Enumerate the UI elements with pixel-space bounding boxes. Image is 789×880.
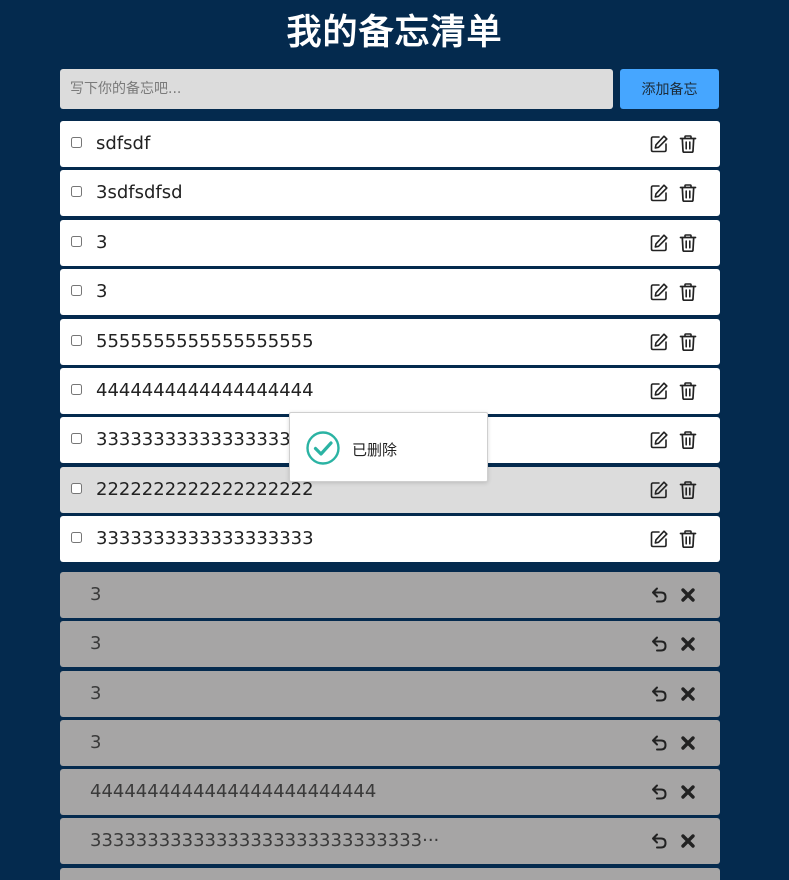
add-memo-button[interactable]: 添加备忘 xyxy=(620,69,719,109)
close-x-icon[interactable] xyxy=(678,684,698,704)
done-item: 3 xyxy=(60,572,720,618)
edit-icon[interactable] xyxy=(649,282,669,302)
todo-checkbox[interactable] xyxy=(71,334,82,346)
check-circle-icon xyxy=(306,431,340,470)
todo-text: 3 xyxy=(96,281,108,303)
todo-text: 3333333333333333333 xyxy=(96,528,314,550)
edit-icon[interactable] xyxy=(649,233,669,253)
todo-item: 3333333333333333333 xyxy=(60,516,720,563)
undo-icon[interactable] xyxy=(649,634,669,654)
todo-text: 4444444444444444444 xyxy=(96,379,314,401)
memo-app: 我的备忘清单 添加备忘 sdfsdf 3sdfsdfsd 3 3 55555555555… xyxy=(0,0,789,880)
todo-item: 4444444444444444444 xyxy=(60,367,720,414)
todo-text: 3333333333333333333 xyxy=(96,429,314,451)
close-x-icon[interactable] xyxy=(678,733,698,753)
todo-text: 2222222222222222222 xyxy=(96,478,314,500)
trash-icon[interactable] xyxy=(678,233,698,253)
todo-checkbox[interactable] xyxy=(71,186,82,198)
edit-icon[interactable] xyxy=(649,430,669,450)
edit-icon[interactable] xyxy=(649,183,669,203)
todo-item: 3 xyxy=(60,269,720,316)
todo-checkbox[interactable] xyxy=(71,383,82,395)
close-x-icon[interactable] xyxy=(678,585,698,605)
todo-item: sdfsdf xyxy=(60,121,720,167)
todo-item: 3sdfsdfsd xyxy=(60,170,720,217)
todo-text: sdfsdf xyxy=(96,133,151,154)
edit-icon[interactable] xyxy=(649,134,669,154)
trash-icon[interactable] xyxy=(678,282,698,302)
todo-checkbox[interactable] xyxy=(71,137,82,148)
done-item: 33333333333333333333333333333··· xyxy=(60,818,720,865)
close-x-icon[interactable] xyxy=(678,634,698,654)
todo-checkbox[interactable] xyxy=(71,235,82,247)
done-text: 33333333333333333333333333333··· xyxy=(90,830,440,852)
done-text: 3 xyxy=(90,731,102,753)
done-text: 3 xyxy=(90,633,102,655)
todo-item: 5555555555555555555 xyxy=(60,318,720,365)
edit-icon[interactable] xyxy=(649,529,669,549)
todo-checkbox[interactable] xyxy=(71,285,82,297)
undo-icon[interactable] xyxy=(649,782,669,802)
undo-icon[interactable] xyxy=(649,831,669,851)
deleted-toast: 已删除 xyxy=(289,412,488,482)
done-text: 3 xyxy=(90,584,102,605)
todo-checkbox[interactable] xyxy=(71,532,82,544)
edit-icon[interactable] xyxy=(649,381,669,401)
done-item: 3 xyxy=(60,719,720,766)
done-text: 3 xyxy=(90,682,102,704)
close-x-icon[interactable] xyxy=(678,782,698,802)
memo-input[interactable] xyxy=(60,69,613,109)
undo-icon[interactable] xyxy=(649,684,669,704)
done-item: 3 xyxy=(60,670,720,717)
done-item xyxy=(60,867,720,880)
done-text: 4444444444444444444444444 xyxy=(90,781,377,803)
done-item: 3 xyxy=(60,621,720,668)
edit-icon[interactable] xyxy=(649,480,669,500)
toast-message: 已删除 xyxy=(352,441,398,459)
undo-icon[interactable] xyxy=(649,585,669,605)
todo-text: 5555555555555555555 xyxy=(96,330,314,352)
todo-text: 3sdfsdfsd xyxy=(96,182,183,204)
undo-icon[interactable] xyxy=(649,733,669,753)
todo-checkbox[interactable] xyxy=(71,433,82,445)
trash-icon[interactable] xyxy=(678,480,698,500)
edit-icon[interactable] xyxy=(649,332,669,352)
done-list: 3 3 3 3 4444444444444444444444444 33333333333… xyxy=(60,572,720,880)
trash-icon[interactable] xyxy=(678,381,698,401)
page-title: 我的备忘清单 xyxy=(286,13,503,53)
todo-checkbox[interactable] xyxy=(71,482,82,494)
trash-icon[interactable] xyxy=(678,529,698,549)
close-x-icon[interactable] xyxy=(678,831,698,851)
todo-list: sdfsdf 3sdfsdfsd 3 3 5555555555555555555 4444… xyxy=(60,121,720,566)
trash-icon[interactable] xyxy=(678,134,698,154)
done-item: 4444444444444444444444444 xyxy=(60,769,720,816)
trash-icon[interactable] xyxy=(678,430,698,450)
todo-text: 3 xyxy=(96,231,108,253)
todo-item: 3 xyxy=(60,219,720,266)
trash-icon[interactable] xyxy=(678,332,698,352)
trash-icon[interactable] xyxy=(678,183,698,203)
